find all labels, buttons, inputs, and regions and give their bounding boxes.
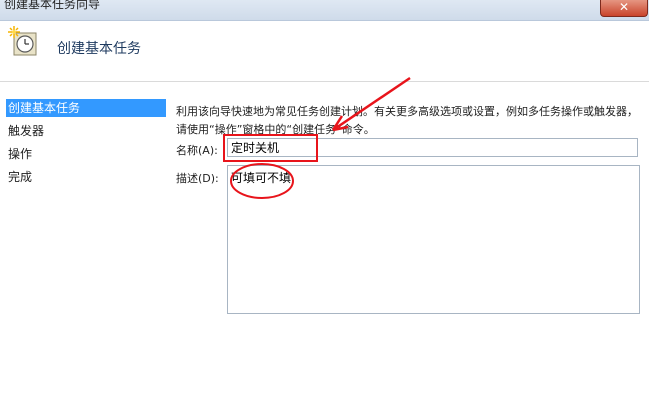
window-title: 创建基本任务向导 — [4, 0, 101, 11]
task-clock-icon — [8, 26, 37, 56]
step-action[interactable]: 操作 — [6, 145, 166, 163]
page-title: 创建基本任务 — [57, 41, 141, 57]
description-label: 描述(D): — [176, 172, 219, 185]
step-trigger[interactable]: 触发器 — [6, 122, 166, 140]
step-create-basic-task[interactable]: 创建基本任务 — [6, 99, 166, 117]
step-finish[interactable]: 完成 — [6, 168, 166, 186]
wizard-steps: 创建基本任务 触发器 操作 完成 — [0, 96, 166, 400]
wizard-description: 利用该向导快速地为常见任务创建计划。有关更多高级选项或设置，例如多任务操作或触发… — [176, 105, 638, 136]
description-textarea[interactable]: 可填可不填 — [227, 165, 640, 314]
wizard-header: 创建基本任务 — [0, 21, 649, 82]
close-button[interactable]: ✕ — [600, 0, 648, 17]
close-icon: ✕ — [618, 0, 630, 14]
title-bar: 创建基本任务向导 ✕ — [0, 0, 649, 21]
name-input[interactable] — [227, 138, 638, 157]
name-label: 名称(A): — [176, 144, 218, 157]
